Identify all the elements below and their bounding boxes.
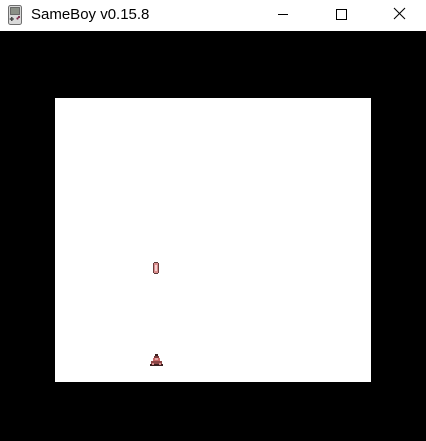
close-icon [393, 7, 406, 25]
maximize-icon [335, 7, 347, 25]
gameboy-icon[interactable] [8, 5, 22, 25]
sameboy-window: SameBoy v0.15.8 [0, 0, 426, 441]
ship-sprite [149, 354, 164, 367]
window-title: SameBoy v0.15.8 [31, 6, 150, 23]
gameboy-screen[interactable] [55, 98, 371, 382]
capsule-sprite [152, 261, 160, 274]
maximize-button[interactable] [312, 0, 370, 31]
minimize-button[interactable] [254, 0, 312, 31]
emulator-viewport[interactable] [0, 31, 426, 441]
close-button[interactable] [370, 0, 426, 31]
title-bar[interactable]: SameBoy v0.15.8 [0, 0, 426, 31]
minimize-icon [277, 7, 289, 25]
